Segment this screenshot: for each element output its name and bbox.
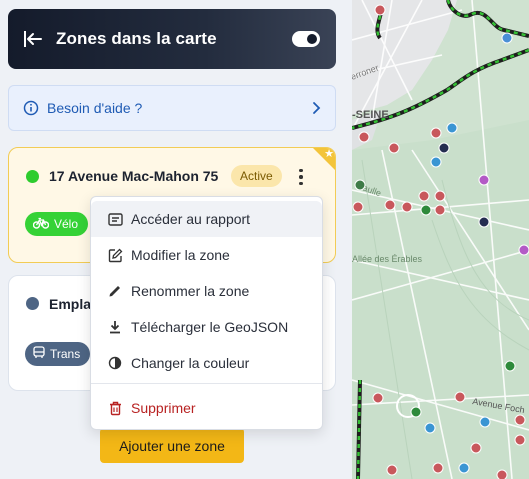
zone-color-dot[interactable] bbox=[26, 297, 39, 310]
zone-name: Empla bbox=[49, 296, 92, 312]
map-view[interactable]: -SEINE erroner Avenue Foch Allée des Éra… bbox=[352, 0, 529, 479]
map-label: -SEINE bbox=[352, 109, 389, 121]
status-badge: Active bbox=[231, 165, 282, 187]
menu-item-rename-zone[interactable]: Renommer la zone bbox=[91, 273, 322, 309]
back-icon[interactable] bbox=[22, 28, 44, 50]
menu-item-label: Changer la couleur bbox=[131, 355, 250, 371]
menu-item-edit-zone[interactable]: Modifier la zone bbox=[91, 237, 322, 273]
panel-header: Zones dans la carte bbox=[8, 9, 336, 69]
report-icon bbox=[107, 211, 123, 227]
menu-item-label: Supprimer bbox=[131, 400, 196, 416]
chevron-right-icon bbox=[311, 100, 321, 119]
menu-item-delete[interactable]: Supprimer bbox=[91, 390, 322, 426]
mode-label: Trans bbox=[50, 347, 81, 361]
map-label: Allée des Érables bbox=[352, 254, 423, 264]
menu-item-label: Télécharger le GeoJSON bbox=[131, 319, 289, 335]
menu-item-label: Accéder au rapport bbox=[131, 211, 251, 227]
info-icon bbox=[23, 100, 39, 116]
panel-title: Zones dans la carte bbox=[56, 29, 217, 48]
zone-context-menu: Accéder au rapport Modifier la zone Reno… bbox=[90, 196, 323, 430]
visibility-toggle[interactable] bbox=[292, 31, 320, 47]
more-options-icon[interactable] bbox=[293, 166, 309, 188]
mode-label: Vélo bbox=[54, 217, 79, 231]
help-label: Besoin d'aide ? bbox=[47, 100, 143, 116]
bus-icon bbox=[33, 346, 45, 362]
menu-item-label: Modifier la zone bbox=[131, 247, 230, 263]
mode-chip-velo: Vélo bbox=[25, 212, 89, 236]
add-zone-button[interactable]: Ajouter une zone bbox=[100, 428, 244, 463]
zone-name: 17 Avenue Mac-Mahon 75 bbox=[49, 168, 219, 184]
download-icon bbox=[107, 319, 123, 335]
menu-item-change-color[interactable]: Changer la couleur bbox=[91, 345, 322, 381]
pencil-icon bbox=[107, 283, 123, 299]
menu-item-download-geojson[interactable]: Télécharger le GeoJSON bbox=[91, 309, 322, 345]
trash-icon bbox=[107, 400, 123, 416]
contrast-icon bbox=[107, 355, 123, 371]
menu-item-label: Renommer la zone bbox=[131, 283, 250, 299]
bike-icon bbox=[32, 217, 50, 232]
zone-color-dot[interactable] bbox=[26, 170, 39, 183]
edit-icon bbox=[107, 247, 123, 263]
star-icon: ★ bbox=[324, 148, 334, 160]
menu-divider bbox=[91, 383, 322, 384]
help-link[interactable]: Besoin d'aide ? bbox=[8, 85, 336, 131]
menu-item-report[interactable]: Accéder au rapport bbox=[91, 201, 322, 237]
mode-chip-transport: Trans bbox=[25, 342, 91, 366]
